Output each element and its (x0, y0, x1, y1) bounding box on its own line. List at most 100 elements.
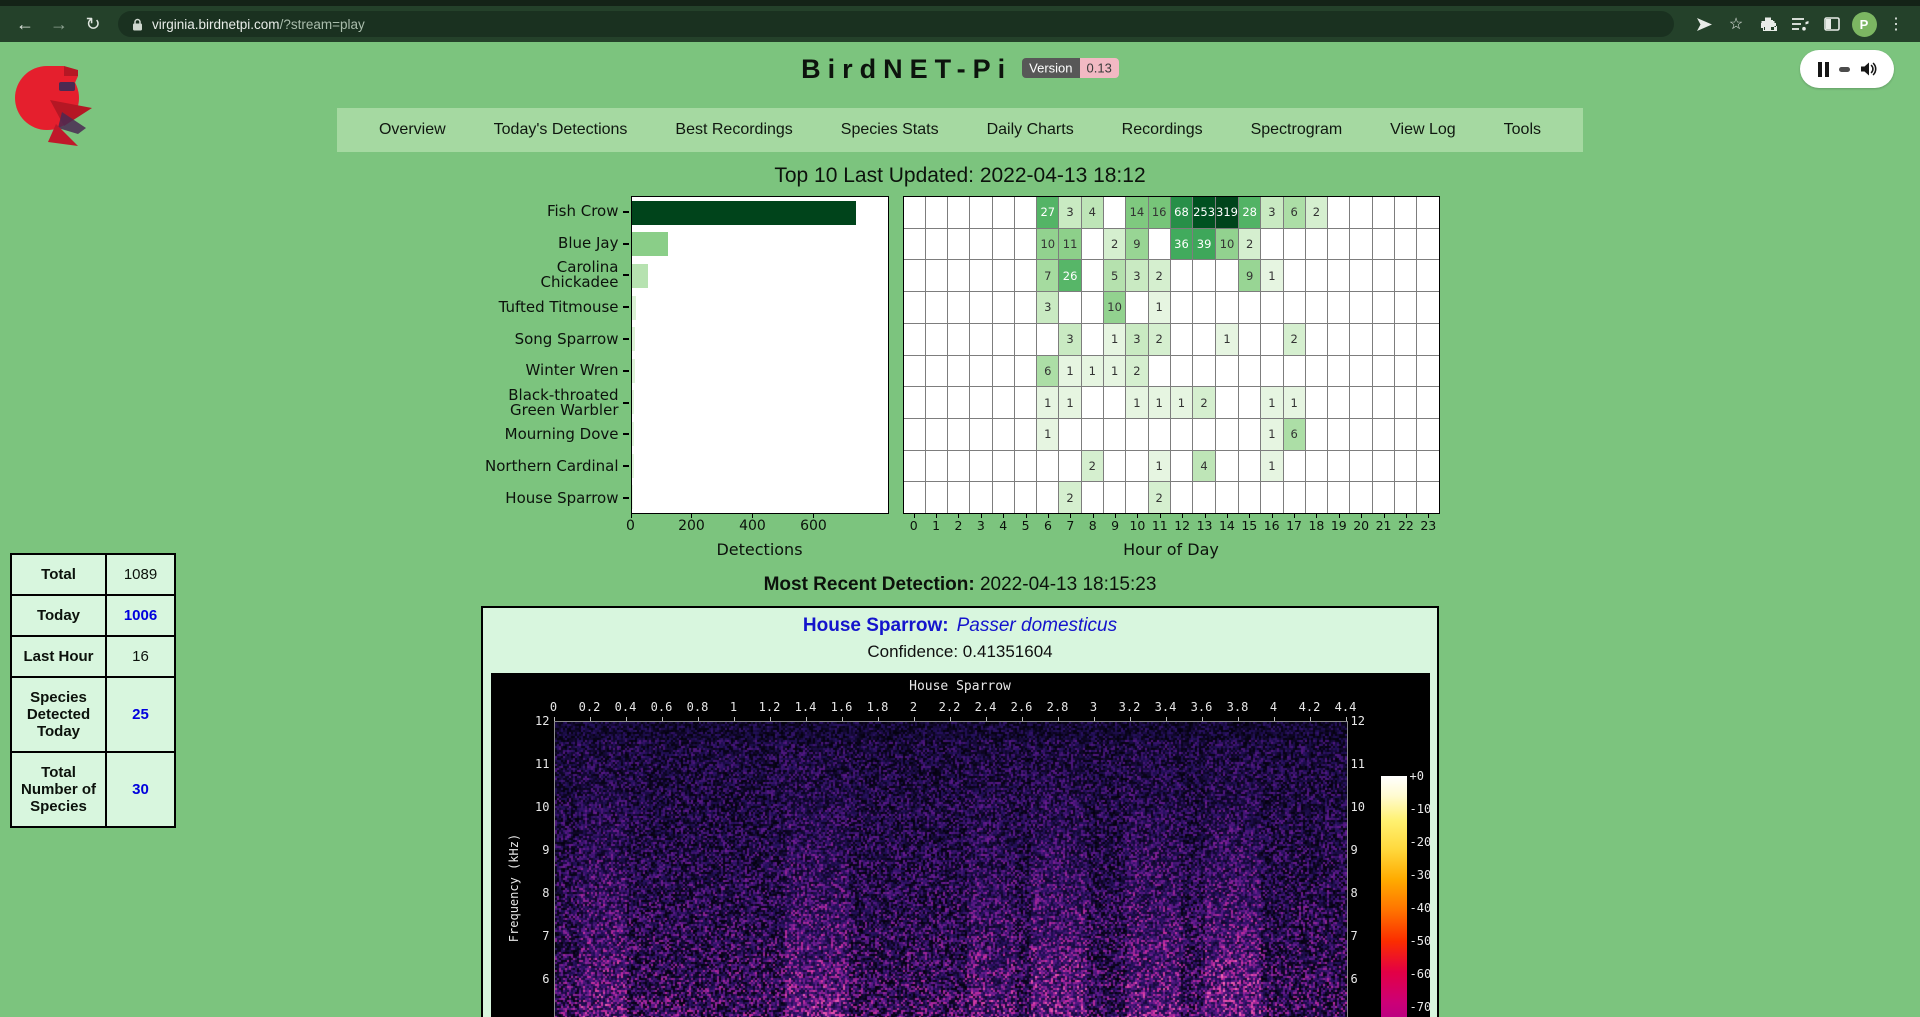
heatmap-cell (1015, 356, 1036, 387)
heatmap-cell (926, 451, 947, 482)
heatmap-cell (1284, 482, 1305, 513)
media-controls-icon[interactable] (1786, 10, 1814, 38)
heatmap-cell (948, 260, 969, 291)
heatmap-cell (1216, 292, 1238, 323)
species-label: Blue Jay (481, 228, 631, 260)
heatmap-cell (1216, 451, 1238, 482)
heatmap-cell: 3 (1059, 324, 1080, 355)
kebab-menu-icon[interactable]: ⋮ (1882, 10, 1910, 38)
heatmap-cell (1417, 229, 1438, 260)
heatmap-cell (1395, 292, 1416, 323)
heatmap-cell: 10 (1216, 229, 1238, 260)
player-progress[interactable] (1839, 67, 1850, 72)
bar-x-ticks: 0200400600 (631, 514, 889, 536)
heatmap-cell (926, 356, 947, 387)
nav-item-recordings[interactable]: Recordings (1122, 121, 1203, 139)
side-panel-icon[interactable] (1818, 10, 1846, 38)
heatmap-cell: 2 (1193, 387, 1215, 418)
heatmap-cell: 28 (1239, 197, 1260, 228)
heatmap-cell (904, 324, 925, 355)
stats-value-link[interactable]: 25 (106, 677, 175, 752)
profile-avatar[interactable]: P (1850, 10, 1878, 38)
heatmap-cell (1082, 260, 1103, 291)
heatmap-cell (1082, 229, 1103, 260)
stats-row: Last Hour16 (11, 636, 175, 677)
nav-item-view-log[interactable]: View Log (1390, 121, 1456, 139)
heatmap-cell: 3 (1037, 292, 1058, 323)
heatmap-cell (970, 197, 991, 228)
detections-bar-chart (631, 196, 889, 514)
detections-bar (632, 296, 636, 320)
stats-value-link[interactable]: 1006 (106, 595, 175, 636)
heatmap-cell (1126, 419, 1147, 450)
nav-item-spectrogram[interactable]: Spectrogram (1251, 121, 1343, 139)
extensions-icon[interactable] (1754, 10, 1782, 38)
pause-button[interactable] (1818, 62, 1829, 77)
heatmap-cell (1015, 451, 1036, 482)
heatmap-cell (1104, 197, 1125, 228)
nav-item-species-stats[interactable]: Species Stats (841, 121, 939, 139)
detections-bar (632, 359, 635, 383)
heatmap-cell (1216, 419, 1238, 450)
heatmap-cell (970, 387, 991, 418)
heatmap-cell (904, 482, 925, 513)
species-labels: Fish CrowBlue JayCarolina ChickadeeTufte… (481, 196, 631, 514)
bookmark-star-icon[interactable]: ☆ (1722, 10, 1750, 38)
version-label: Version (1022, 58, 1079, 78)
heatmap-cell (948, 482, 969, 513)
heatmap-cell (1328, 292, 1349, 323)
heatmap-cell: 1 (1059, 387, 1080, 418)
heatmap-cell (993, 356, 1014, 387)
stats-row: Total1089 (11, 554, 175, 595)
heatmap-cell: 2 (1239, 229, 1260, 260)
heatmap-cell (1104, 419, 1125, 450)
back-button[interactable]: ← (10, 10, 40, 38)
heatmap-cell: 1 (1261, 387, 1282, 418)
species-label: Northern Cardinal (481, 450, 631, 482)
url-bar[interactable]: virginia.birdnetpi.com/?stream=play (118, 11, 1674, 37)
heatmap-cell (1193, 292, 1215, 323)
send-icon[interactable] (1690, 10, 1718, 38)
detections-bar (632, 390, 635, 414)
heatmap-cell (970, 260, 991, 291)
heatmap-cell: 1 (1126, 387, 1147, 418)
nav-item-daily-charts[interactable]: Daily Charts (987, 121, 1074, 139)
heatmap-cell (1261, 292, 1282, 323)
volume-icon[interactable] (1860, 61, 1877, 77)
heatmap-cell (1261, 482, 1282, 513)
detection-species[interactable]: House Sparrow: (803, 615, 949, 636)
heatmap-cell (948, 356, 969, 387)
nav-item-best-recordings[interactable]: Best Recordings (675, 121, 792, 139)
nav-item-tools[interactable]: Tools (1504, 121, 1541, 139)
heatmap-cell: 16 (1149, 197, 1170, 228)
heatmap-cell (1239, 387, 1260, 418)
heatmap-cell (1373, 197, 1394, 228)
heatmap-cell: 36 (1171, 229, 1192, 260)
masthead: BirdNET-PiVersion0.13 (0, 42, 1920, 88)
stats-label: Last Hour (11, 636, 106, 677)
heatmap-cell: 2 (1284, 324, 1305, 355)
heatmap-cell (1171, 356, 1192, 387)
spectrogram-image (554, 721, 1348, 1017)
heatmap-cell (1149, 419, 1170, 450)
heatmap-cell (1350, 451, 1371, 482)
stats-value-link[interactable]: 30 (106, 752, 175, 827)
heatmap-cell (926, 419, 947, 450)
reload-button[interactable]: ↻ (78, 10, 108, 38)
heatmap-cell: 39 (1193, 229, 1215, 260)
stats-row: Total Number of Species30 (11, 752, 175, 827)
heatmap-cell: 4 (1193, 451, 1215, 482)
forward-button[interactable]: → (44, 10, 74, 38)
nav-item-overview[interactable]: Overview (379, 121, 446, 139)
heatmap-cell (1171, 260, 1192, 291)
spectrogram-panel: House Sparrow 00.20.40.60.811.21.41.61.8… (491, 673, 1430, 1017)
heatmap-cell (1193, 324, 1215, 355)
heatmap-cell (1104, 387, 1125, 418)
main-nav: Overview Today's Detections Best Recording… (337, 108, 1583, 152)
heatmap-cell (1328, 419, 1349, 450)
browser-chrome: ← → ↻ virginia.birdnetpi.com/?stream=pla… (0, 0, 1920, 42)
heatmap-cell (1239, 482, 1260, 513)
nav-item-today-s-detections[interactable]: Today's Detections (494, 121, 628, 139)
species-label: Mourning Dove (481, 419, 631, 451)
heatmap-cell (1395, 324, 1416, 355)
